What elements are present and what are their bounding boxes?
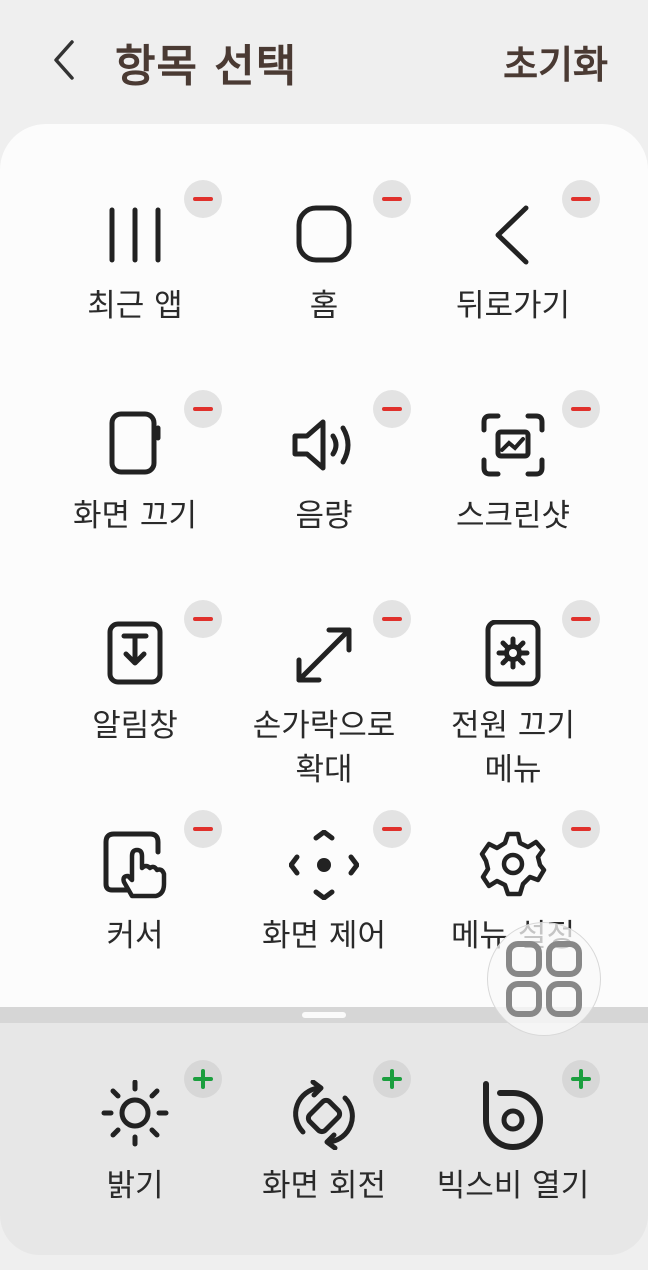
remove-badge[interactable] (373, 600, 411, 638)
remove-badge[interactable] (373, 180, 411, 218)
remove-badge[interactable] (184, 600, 222, 638)
item-notification-panel[interactable]: 알림창 (30, 600, 240, 810)
remove-badge[interactable] (562, 810, 600, 848)
remove-badge[interactable] (373, 390, 411, 428)
reset-button[interactable]: 초기화 (503, 34, 608, 89)
item-home[interactable]: 홈 (219, 180, 429, 390)
settings-icon (479, 831, 547, 897)
screen-control-icon (289, 830, 359, 900)
remove-badge[interactable] (184, 390, 222, 428)
item-label: 빅스비 열기 (436, 1168, 590, 1204)
item-screen-control[interactable]: 화면 제어 (219, 810, 429, 1020)
item-label: 알림창 (92, 708, 178, 744)
bixby-icon (483, 1081, 543, 1150)
cursor-icon (103, 831, 167, 899)
remove-badge[interactable] (184, 810, 222, 848)
home-icon (296, 205, 352, 263)
item-screenshot[interactable]: 스크린샷 (408, 390, 618, 600)
add-badge[interactable] (184, 1060, 222, 1098)
item-cursor[interactable]: 커서 (30, 810, 240, 1020)
item-label: 화면 끄기 (73, 498, 197, 534)
item-label: 전원 끄기 메뉴 (451, 708, 575, 788)
brightness-icon (101, 1080, 169, 1147)
remove-badge[interactable] (562, 390, 600, 428)
item-power-menu[interactable]: 전원 끄기 메뉴 (408, 600, 618, 810)
item-label: 밝기 (106, 1168, 164, 1204)
header: 항목 선택 초기화 (0, 0, 648, 120)
item-label: 홈 (309, 288, 339, 324)
chevron-left-icon (54, 40, 74, 80)
remove-badge[interactable] (184, 180, 222, 218)
recent-apps-icon (109, 207, 161, 263)
item-back[interactable]: 뒤로가기 (408, 180, 618, 390)
page-title: 항목 선택 (115, 41, 298, 92)
grid-icon (506, 941, 582, 1017)
volume-icon (292, 419, 351, 471)
item-rotate[interactable]: 화면 회전 (219, 1060, 429, 1270)
drag-handle[interactable] (302, 1012, 346, 1018)
magnify-icon (296, 627, 352, 683)
item-label: 뒤로가기 (455, 288, 571, 324)
accessibility-floating-button[interactable] (487, 922, 601, 1036)
back-button[interactable] (44, 34, 88, 86)
remove-badge[interactable] (562, 180, 600, 218)
item-label: 커서 (106, 918, 164, 954)
remove-badge[interactable] (562, 600, 600, 638)
item-magnify[interactable]: 손가락으로 확대 (219, 600, 429, 810)
power-menu-icon (485, 620, 541, 687)
rotate-icon (293, 1080, 355, 1150)
item-volume[interactable]: 음량 (219, 390, 429, 600)
item-bixby[interactable]: 빅스비 열기 (408, 1060, 618, 1270)
notification-panel-icon (107, 621, 163, 685)
add-badge[interactable] (562, 1060, 600, 1098)
screen-off-icon (109, 411, 161, 475)
item-screen-off[interactable]: 화면 끄기 (30, 390, 240, 600)
item-recent-apps[interactable]: 최근 앱 (30, 180, 240, 390)
screenshot-icon (481, 413, 545, 477)
item-label: 최근 앱 (87, 288, 183, 324)
item-label: 화면 제어 (262, 918, 386, 954)
item-label: 스크린샷 (455, 498, 571, 534)
back-icon (495, 205, 529, 265)
item-label: 음량 (295, 498, 353, 534)
item-label: 화면 회전 (262, 1168, 386, 1204)
add-badge[interactable] (373, 1060, 411, 1098)
item-brightness[interactable]: 밝기 (30, 1060, 240, 1270)
remove-badge[interactable] (373, 810, 411, 848)
item-label: 손가락으로 확대 (252, 708, 396, 788)
